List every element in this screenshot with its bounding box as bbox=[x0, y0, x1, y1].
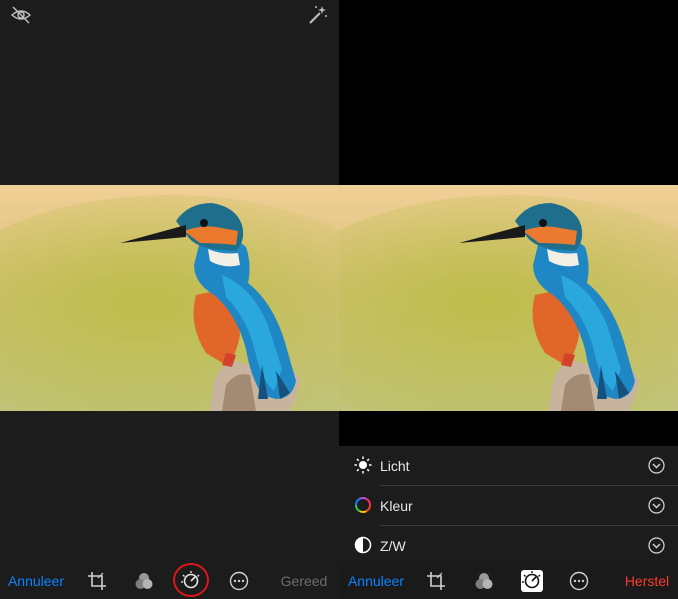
cancel-button[interactable]: Annuleer bbox=[339, 563, 413, 599]
left-editor-panel: Annuleer Gereed bbox=[0, 0, 339, 599]
done-button[interactable]: Gereed bbox=[272, 563, 336, 599]
right-editor-panel: Licht Kleur Z/W Annuleer Herstel bbox=[339, 0, 678, 599]
chevron-down-icon[interactable] bbox=[648, 537, 665, 554]
chevron-down-icon[interactable] bbox=[648, 497, 665, 514]
bottom-toolbar: Annuleer Herstel bbox=[339, 563, 678, 599]
crop-icon[interactable] bbox=[425, 570, 447, 592]
filters-icon[interactable] bbox=[473, 570, 495, 592]
more-options-icon[interactable] bbox=[228, 570, 250, 592]
hide-eye-icon[interactable] bbox=[10, 4, 32, 26]
photo-preview bbox=[0, 185, 339, 411]
adjust-dial-icon[interactable] bbox=[521, 570, 543, 592]
section-bw-label: Z/W bbox=[380, 538, 406, 554]
highlight-circle bbox=[173, 563, 209, 597]
section-light-label: Licht bbox=[380, 458, 410, 474]
chevron-down-icon[interactable] bbox=[648, 457, 665, 474]
adjustments-list: Licht Kleur Z/W bbox=[339, 446, 678, 564]
revert-button[interactable]: Herstel bbox=[617, 563, 677, 599]
more-options-icon[interactable] bbox=[568, 570, 590, 592]
photo-preview bbox=[339, 185, 678, 411]
half-circle-icon bbox=[354, 536, 372, 554]
crop-icon[interactable] bbox=[86, 570, 108, 592]
section-color[interactable]: Kleur bbox=[339, 486, 678, 525]
color-wheel-icon bbox=[355, 497, 371, 513]
filters-icon[interactable] bbox=[133, 570, 155, 592]
bottom-toolbar: Annuleer Gereed bbox=[0, 563, 339, 599]
section-light[interactable]: Licht bbox=[339, 446, 678, 485]
magic-wand-icon[interactable] bbox=[306, 4, 328, 26]
sun-icon bbox=[354, 456, 372, 474]
section-bw[interactable]: Z/W bbox=[339, 526, 678, 565]
section-color-label: Kleur bbox=[380, 498, 413, 514]
cancel-button[interactable]: Annuleer bbox=[0, 563, 72, 599]
